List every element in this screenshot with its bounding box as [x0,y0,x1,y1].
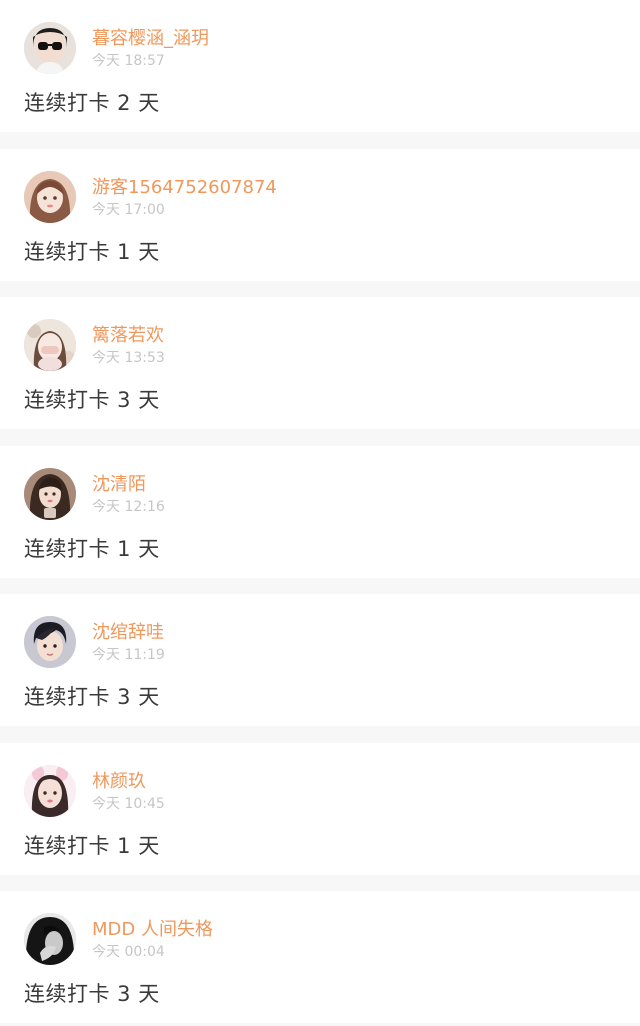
checkin-post[interactable]: 沈绾辞哇 今天 11:19 连续打卡 3 天 [0,594,640,726]
username[interactable]: 游客1564752607874 [92,176,277,200]
checkin-streak-text: 连续打卡 2 天 [24,91,160,115]
checkin-streak-text: 连续打卡 3 天 [24,982,160,1006]
avatar[interactable] [24,913,76,965]
post-time: 今天 00:04 [92,944,165,960]
avatar[interactable] [24,22,76,74]
username[interactable]: MDD 人间失格 [92,918,213,942]
post-time: 今天 11:19 [92,647,165,663]
username[interactable]: 沈清陌 [92,473,146,497]
username[interactable]: 暮容樱涵_涵玥 [92,27,209,51]
avatar[interactable] [24,616,76,668]
checkin-streak-text: 连续打卡 1 天 [24,834,160,858]
avatar-icon [24,913,76,965]
avatar[interactable] [24,765,76,817]
post-time: 今天 10:45 [92,796,165,812]
checkin-post[interactable]: MDD 人间失格 今天 00:04 连续打卡 3 天 [0,891,640,1023]
username[interactable]: 篱落若欢 [92,324,164,348]
avatar-icon [24,171,76,223]
checkin-streak-text: 连续打卡 3 天 [24,685,160,709]
username[interactable]: 沈绾辞哇 [92,621,164,645]
checkin-post[interactable]: 沈清陌 今天 12:16 连续打卡 1 天 [0,446,640,578]
avatar[interactable] [24,319,76,371]
avatar-icon [24,616,76,668]
username[interactable]: 林颜玖 [92,770,146,794]
avatar-icon [24,468,76,520]
checkin-post[interactable]: 游客1564752607874 今天 17:00 连续打卡 1 天 [0,149,640,281]
avatar-icon [24,319,76,371]
post-time: 今天 12:16 [92,499,165,515]
avatar[interactable] [24,468,76,520]
checkin-streak-text: 连续打卡 3 天 [24,388,160,412]
post-time: 今天 13:53 [92,350,165,366]
post-time: 今天 17:00 [92,202,165,218]
avatar[interactable] [24,171,76,223]
checkin-streak-text: 连续打卡 1 天 [24,240,160,264]
checkin-post[interactable]: 篱落若欢 今天 13:53 连续打卡 3 天 [0,297,640,429]
post-time: 今天 18:57 [92,53,165,69]
checkin-post[interactable]: 暮容樱涵_涵玥 今天 18:57 连续打卡 2 天 [0,0,640,132]
checkin-feed: 暮容樱涵_涵玥 今天 18:57 连续打卡 2 天 游客156475260787… [0,0,640,1026]
checkin-post[interactable]: 林颜玖 今天 10:45 连续打卡 1 天 [0,743,640,875]
avatar-icon [24,765,76,817]
avatar-icon [24,22,76,74]
checkin-streak-text: 连续打卡 1 天 [24,537,160,561]
